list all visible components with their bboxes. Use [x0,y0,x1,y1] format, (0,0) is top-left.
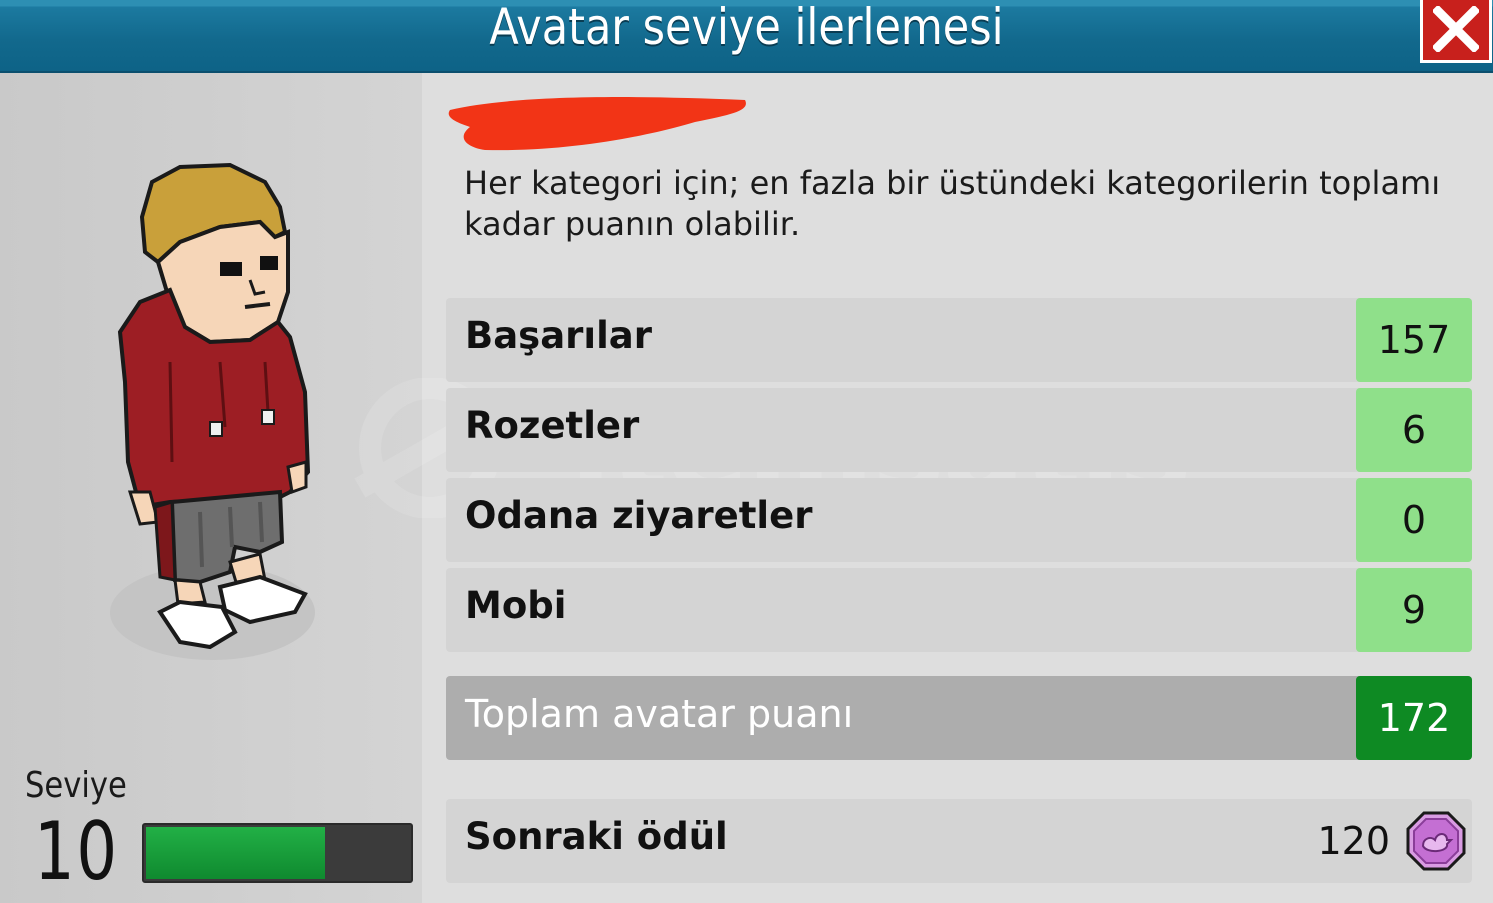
category-row-rozetler: Rozetler 6 [446,388,1472,472]
level-progress-fill [146,827,325,879]
category-label: Odana ziyaretler [465,494,813,537]
total-label: Toplam avatar puanı [465,692,854,736]
level-progress-bar [142,823,413,883]
info-text: Her kategori için; en fazla bir üstündek… [464,164,1441,243]
close-icon [1433,6,1479,52]
category-row-odana-ziyaretler: Odana ziyaretler 0 [446,478,1472,562]
title-bar: Avatar seviye ilerlemesi [0,0,1493,73]
category-row-basarilar: Başarılar 157 [446,298,1472,382]
window-title: Avatar seviye ilerlemesi [489,0,1004,56]
category-value: 0 [1356,478,1472,562]
category-value: 9 [1356,568,1472,652]
redacted-username-scribble [448,97,746,151]
next-reward-label: Sonraki ödül [465,815,728,858]
category-label: Başarılar [465,314,652,357]
level-value: 10 [34,805,119,898]
category-value: 6 [1356,388,1472,472]
total-value: 172 [1356,676,1472,760]
avatar-figure [117,162,310,650]
level-label: Seviye [25,765,127,806]
duck-badge-icon[interactable] [1405,810,1467,872]
category-value: 157 [1356,298,1472,382]
category-row-mobi: Mobi 9 [446,568,1472,652]
close-button[interactable] [1420,0,1492,63]
avatar-level-window: Avatar seviye ilerlemesi Seviye 10 Her k… [0,0,1493,903]
category-label: Rozetler [465,404,640,447]
total-score-row: Toplam avatar puanı 172 [446,676,1472,760]
next-reward-value: 120 [1317,819,1390,863]
category-label: Mobi [465,584,567,627]
next-reward-row: Sonraki ödül 120 [446,799,1472,883]
